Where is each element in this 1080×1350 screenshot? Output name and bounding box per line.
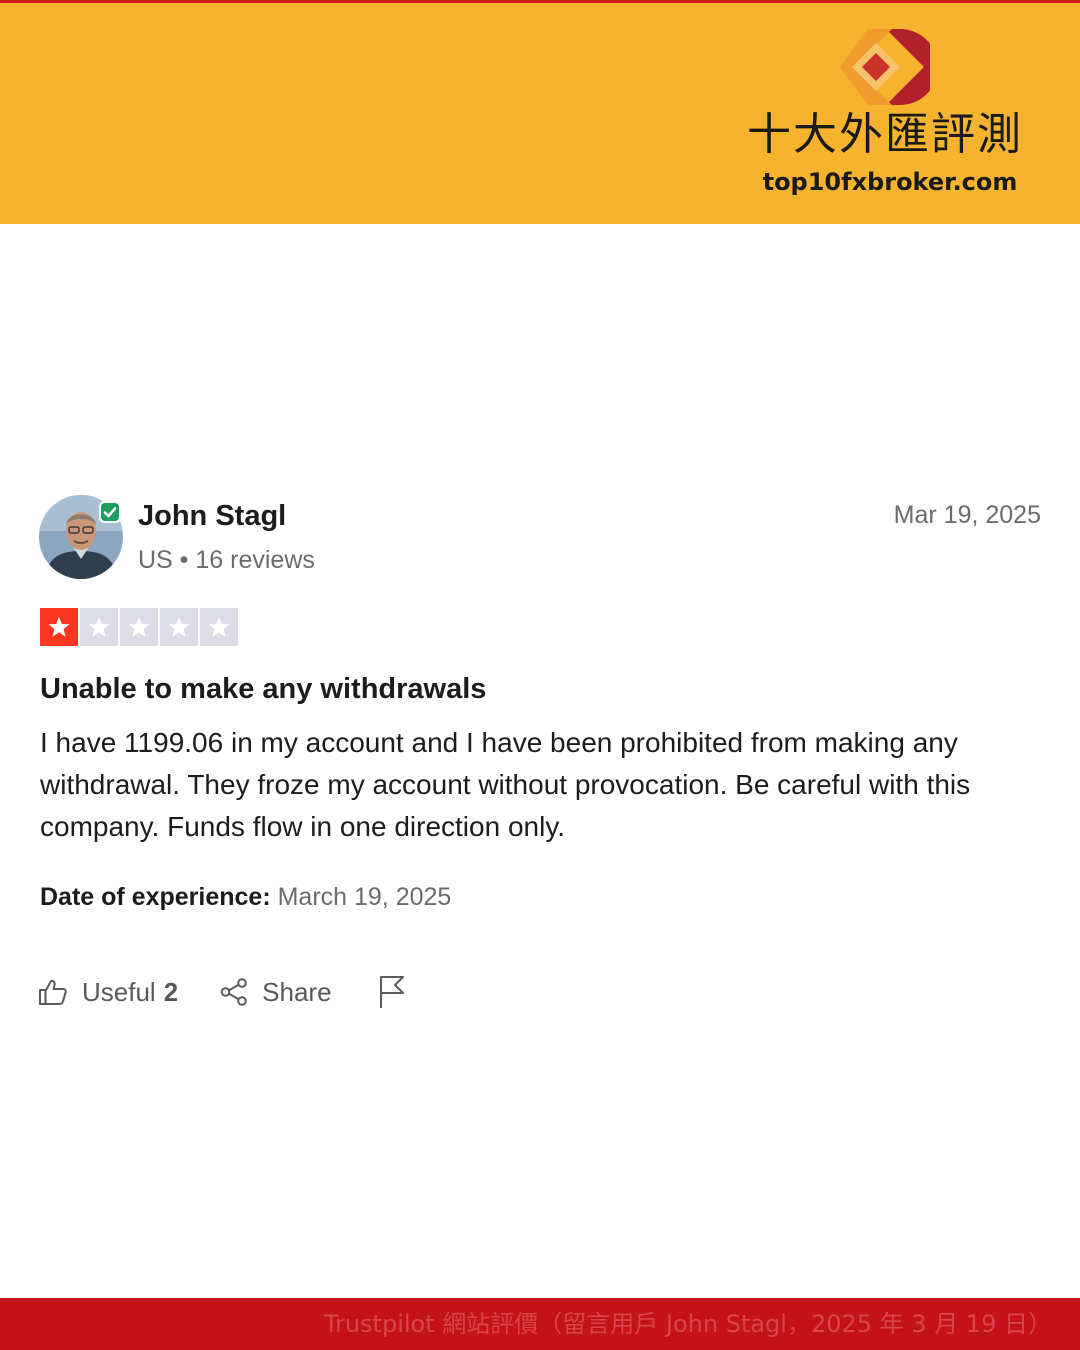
useful-button[interactable]: Useful 2: [38, 977, 178, 1008]
useful-count: 2: [163, 976, 179, 1007]
star-icon: [120, 608, 158, 646]
brand-name: 十大外匯評測: [747, 109, 1023, 160]
flag-icon: [379, 976, 404, 1008]
brand-header: 十大外匯評測 top10fxbroker.com: [0, 0, 1080, 224]
review-date: Mar 19, 2025: [893, 501, 1041, 529]
star-rating: [40, 608, 238, 648]
brand-url: top10fxbroker.com: [762, 168, 1018, 196]
brand-logo-icon: [840, 29, 930, 105]
star-icon: [40, 608, 78, 646]
star-icon: [160, 608, 198, 646]
star-icon: [80, 608, 118, 646]
share-button[interactable]: Share: [220, 976, 332, 1008]
flag-button[interactable]: [378, 975, 406, 1009]
date-of-experience: Date of experience: March 19, 2025: [40, 880, 451, 914]
experience-value: March 19, 2025: [277, 883, 452, 911]
review-actions: Useful 2 Share: [38, 972, 406, 1012]
star-icon: [200, 608, 238, 646]
verified-check-icon: [99, 501, 121, 523]
source-caption: Trustpilot 網站評價（留言用戶 John Stagl，2025 年 3…: [323, 1310, 1052, 1338]
reviewer-meta: US • 16 reviews: [138, 546, 315, 574]
share-label: Share: [262, 976, 332, 1007]
thumbs-up-icon: [39, 979, 67, 1005]
source-footer: Trustpilot 網站評價（留言用戶 John Stagl，2025 年 3…: [0, 1298, 1080, 1350]
review-title[interactable]: Unable to make any withdrawals: [40, 670, 486, 708]
experience-label: Date of experience:: [40, 883, 271, 911]
review-body: I have 1199.06 in my account and I have …: [40, 727, 971, 842]
useful-label: Useful: [82, 976, 156, 1007]
share-icon: [220, 978, 247, 1006]
reviewer-name[interactable]: John Stagl: [138, 498, 286, 534]
